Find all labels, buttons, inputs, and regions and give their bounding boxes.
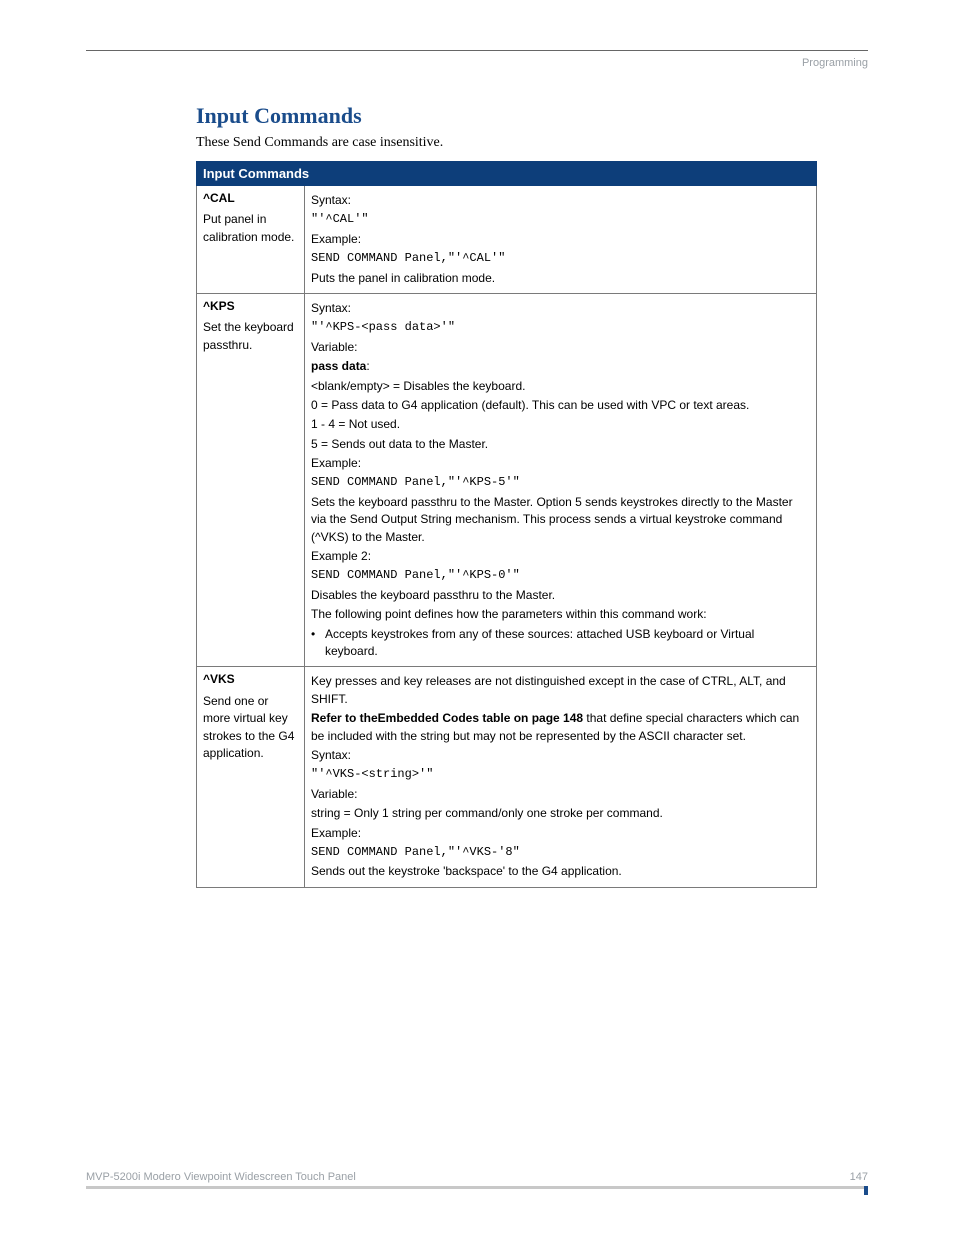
- table-row: ^VKS Send one or more virtual key stroke…: [197, 667, 817, 887]
- kps-var-blank: <blank/empty> = Disables the keyboard.: [311, 378, 810, 395]
- kps-var-5: 5 = Sends out data to the Master.: [311, 436, 810, 453]
- cmd-cal-desc: Put panel in calibration mode.: [203, 211, 298, 246]
- vks-refer-bold: Refer to theEmbedded Codes table on page…: [311, 711, 583, 725]
- bullet-icon: •: [311, 626, 325, 661]
- kps-example2: SEND COMMAND Panel,"'^KPS-0'": [311, 567, 810, 584]
- syntax-label: Syntax:: [311, 300, 810, 317]
- passdata-colon: :: [366, 359, 369, 373]
- table-row: ^CAL Put panel in calibration mode. Synt…: [197, 186, 817, 294]
- cal-example: SEND COMMAND Panel,"'^CAL'": [311, 250, 810, 267]
- vks-var-string: string = Only 1 string per command/only …: [311, 805, 810, 822]
- variable-label: Variable:: [311, 339, 810, 356]
- kps-var-14: 1 - 4 = Not used.: [311, 416, 810, 433]
- cal-syntax: "'^CAL'": [311, 211, 810, 228]
- cal-result: Puts the panel in calibration mode.: [311, 270, 810, 287]
- kps-result2: Disables the keyboard passthru to the Ma…: [311, 587, 810, 604]
- vks-example: SEND COMMAND Panel,"'^VKS-'8": [311, 844, 810, 861]
- cmd-vks-name: ^VKS: [203, 671, 298, 688]
- kps-following: The following point defines how the para…: [311, 606, 810, 623]
- example-label: Example:: [311, 825, 810, 842]
- page-title: Input Commands: [196, 103, 868, 129]
- vks-note1: Key presses and key releases are not dis…: [311, 673, 810, 708]
- kps-bullet: Accepts keystrokes from any of these sou…: [325, 626, 810, 661]
- syntax-label: Syntax:: [311, 192, 810, 209]
- passdata-label: pass data: [311, 359, 366, 373]
- example-label: Example:: [311, 231, 810, 248]
- header-section: Programming: [86, 57, 868, 69]
- variable-label: Variable:: [311, 786, 810, 803]
- kps-var-0: 0 = Pass data to G4 application (default…: [311, 397, 810, 414]
- kps-example: SEND COMMAND Panel,"'^KPS-5'": [311, 474, 810, 491]
- vks-result: Sends out the keystroke 'backspace' to t…: [311, 863, 810, 880]
- kps-syntax: "'^KPS-<pass data>'": [311, 319, 810, 336]
- cmd-kps-desc: Set the keyboard passthru.: [203, 319, 298, 354]
- page-number: 147: [850, 1171, 868, 1183]
- example2-label: Example 2:: [311, 548, 810, 565]
- cmd-cal-name: ^CAL: [203, 190, 298, 207]
- vks-syntax: "'^VKS-<string>'": [311, 766, 810, 783]
- example-label: Example:: [311, 455, 810, 472]
- table-row: ^KPS Set the keyboard passthru. Syntax: …: [197, 293, 817, 666]
- footer-left: MVP-5200i Modero Viewpoint Widescreen To…: [86, 1171, 356, 1183]
- kps-result: Sets the keyboard passthru to the Master…: [311, 494, 810, 546]
- table-header: Input Commands: [197, 162, 817, 186]
- cmd-kps-name: ^KPS: [203, 298, 298, 315]
- syntax-label: Syntax:: [311, 747, 810, 764]
- intro-text: These Send Commands are case insensitive…: [196, 135, 868, 151]
- commands-table: Input Commands ^CAL Put panel in calibra…: [196, 161, 817, 888]
- cmd-vks-desc: Send one or more virtual key strokes to …: [203, 693, 298, 763]
